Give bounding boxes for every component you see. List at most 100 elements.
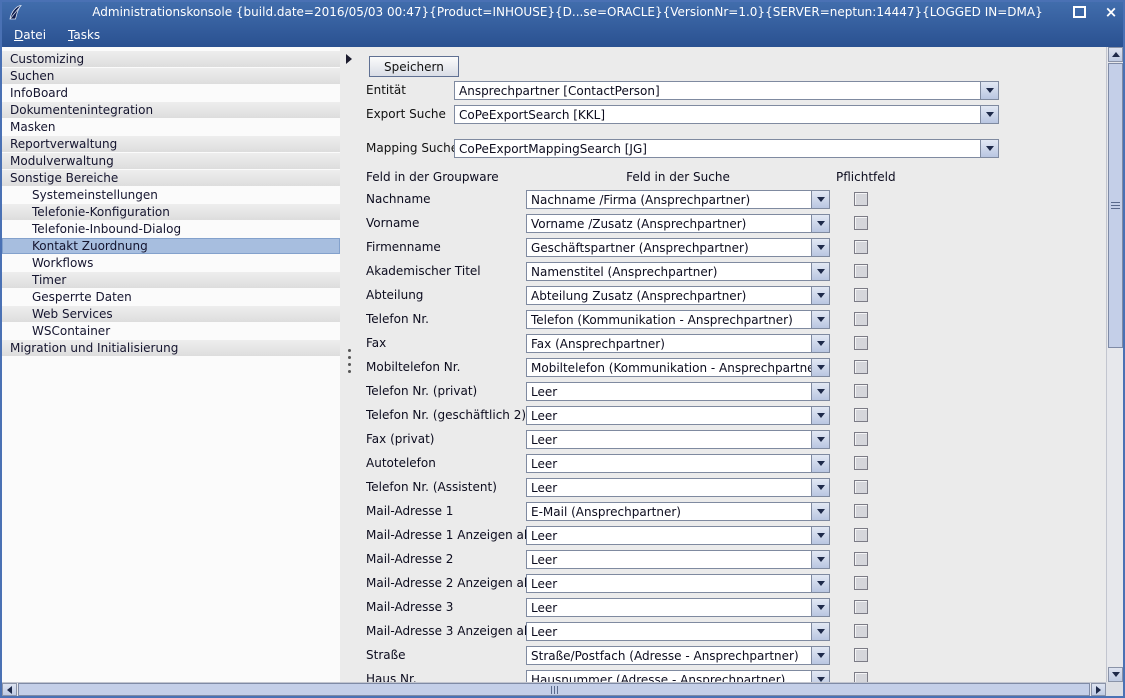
scroll-down-button[interactable] [1108, 667, 1123, 682]
splitter-grip[interactable] [348, 349, 351, 373]
pflichtfeld-checkbox[interactable] [854, 552, 868, 566]
chevron-down-icon[interactable] [811, 455, 829, 472]
chevron-down-icon[interactable] [811, 383, 829, 400]
sidebar-item-dokumentenintegration[interactable]: Dokumentenintegration [2, 102, 340, 118]
search-field-select[interactable]: Hausnummer (Adresse - Ansprechpartner) [526, 670, 830, 683]
search-field-select[interactable]: Telefon (Kommunikation - Ansprechpartner… [526, 310, 830, 329]
splitter[interactable] [340, 47, 360, 682]
search-field-select[interactable]: Namenstitel (Ansprechpartner) [526, 262, 830, 281]
search-field-select[interactable]: Mobiltelefon (Kommunikation - Ansprechpa… [526, 358, 830, 377]
chevron-down-icon[interactable] [811, 575, 829, 592]
pflichtfeld-checkbox[interactable] [854, 312, 868, 326]
chevron-down-icon[interactable] [811, 551, 829, 568]
search-field-select[interactable]: Abteilung Zusatz (Ansprechpartner) [526, 286, 830, 305]
pflichtfeld-checkbox[interactable] [854, 528, 868, 542]
mapping-suche-select[interactable]: CoPeExportMappingSearch [JG] [454, 139, 999, 158]
pflichtfeld-checkbox[interactable] [854, 360, 868, 374]
search-field-select[interactable]: Fax (Ansprechpartner) [526, 334, 830, 353]
chevron-down-icon[interactable] [811, 671, 829, 683]
pflichtfeld-checkbox[interactable] [854, 384, 868, 398]
scroll-up-button[interactable] [1108, 47, 1123, 62]
pflichtfeld-checkbox[interactable] [854, 576, 868, 590]
pflichtfeld-checkbox[interactable] [854, 432, 868, 446]
search-field-select[interactable]: Leer [526, 478, 830, 497]
pflichtfeld-checkbox[interactable] [854, 624, 868, 638]
chevron-down-icon[interactable] [811, 599, 829, 616]
sidebar-item-web-services[interactable]: Web Services [2, 306, 340, 322]
vertical-scrollbar[interactable] [1106, 47, 1123, 682]
scroll-left-button[interactable] [2, 683, 17, 696]
chevron-down-icon[interactable] [811, 479, 829, 496]
sidebar-item-telefonie-inbound-dialog[interactable]: Telefonie-Inbound-Dialog [2, 221, 340, 237]
vertical-scrollbar-thumb[interactable] [1108, 63, 1123, 348]
chevron-down-icon[interactable] [811, 503, 829, 520]
search-field-select[interactable]: Leer [526, 622, 830, 641]
sidebar-item-wscontainer[interactable]: WSContainer [2, 323, 340, 339]
menu-datei[interactable]: Datei [6, 26, 54, 46]
horizontal-scrollbar[interactable] [2, 682, 1106, 696]
search-field-select[interactable]: Leer [526, 574, 830, 593]
pflichtfeld-checkbox[interactable] [854, 336, 868, 350]
entitaet-select[interactable]: Ansprechpartner [ContactPerson] [454, 81, 999, 100]
pflichtfeld-checkbox[interactable] [854, 648, 868, 662]
sidebar-item-infoboard[interactable]: InfoBoard [2, 85, 340, 101]
chevron-down-icon[interactable] [811, 407, 829, 424]
chevron-down-icon[interactable] [811, 191, 829, 208]
chevron-down-icon[interactable] [811, 359, 829, 376]
chevron-down-icon[interactable] [811, 239, 829, 256]
chevron-down-icon[interactable] [980, 106, 998, 123]
search-field-select[interactable]: Leer [526, 598, 830, 617]
pflichtfeld-checkbox[interactable] [854, 240, 868, 254]
scroll-right-button[interactable] [1091, 683, 1106, 696]
chevron-down-icon[interactable] [811, 215, 829, 232]
sidebar-item-migration-und-initialisierung[interactable]: Migration und Initialisierung [2, 340, 340, 356]
search-field-select[interactable]: Leer [526, 526, 830, 545]
chevron-down-icon[interactable] [811, 527, 829, 544]
speichern-button[interactable]: Speichern [369, 56, 459, 77]
search-field-select[interactable]: E-Mail (Ansprechpartner) [526, 502, 830, 521]
search-field-select[interactable]: Geschäftspartner (Ansprechpartner) [526, 238, 830, 257]
sidebar-item-gesperrte-daten[interactable]: Gesperrte Daten [2, 289, 340, 305]
menu-tasks[interactable]: Tasks [60, 26, 108, 46]
sidebar-item-workflows[interactable]: Workflows [2, 255, 340, 271]
chevron-down-icon[interactable] [811, 431, 829, 448]
export-suche-select[interactable]: CoPeExportSearch [KKL] [454, 105, 999, 124]
pflichtfeld-checkbox[interactable] [854, 600, 868, 614]
search-field-select[interactable]: Nachname /Firma (Ansprechpartner) [526, 190, 830, 209]
sidebar-item-modulverwaltung[interactable]: Modulverwaltung [2, 153, 340, 169]
sidebar-item-suchen[interactable]: Suchen [2, 68, 340, 84]
chevron-down-icon[interactable] [811, 335, 829, 352]
chevron-down-icon[interactable] [980, 82, 998, 99]
chevron-down-icon[interactable] [980, 140, 998, 157]
splitter-collapse-arrow[interactable] [346, 54, 352, 64]
search-field-select[interactable]: Vorname /Zusatz (Ansprechpartner) [526, 214, 830, 233]
pflichtfeld-checkbox[interactable] [854, 456, 868, 470]
search-field-select[interactable]: Leer [526, 430, 830, 449]
pflichtfeld-checkbox[interactable] [854, 192, 868, 206]
pflichtfeld-checkbox[interactable] [854, 264, 868, 278]
sidebar-item-masken[interactable]: Masken [2, 119, 340, 135]
pflichtfeld-checkbox[interactable] [854, 504, 868, 518]
sidebar-item-reportverwaltung[interactable]: Reportverwaltung [2, 136, 340, 152]
chevron-down-icon[interactable] [811, 311, 829, 328]
search-field-select[interactable]: Straße/Postfach (Adresse - Ansprechpartn… [526, 646, 830, 665]
maximize-button[interactable] [1071, 4, 1087, 20]
sidebar-item-customizing[interactable]: Customizing [2, 51, 340, 67]
search-field-select[interactable]: Leer [526, 406, 830, 425]
sidebar-item-sonstige-bereiche[interactable]: Sonstige Bereiche [2, 170, 340, 186]
pflichtfeld-checkbox[interactable] [854, 408, 868, 422]
search-field-select[interactable]: Leer [526, 382, 830, 401]
search-field-select[interactable]: Leer [526, 550, 830, 569]
horizontal-scrollbar-thumb[interactable] [18, 683, 1090, 696]
sidebar-item-telefonie-konfiguration[interactable]: Telefonie-Konfiguration [2, 204, 340, 220]
sidebar-item-timer[interactable]: Timer [2, 272, 340, 288]
chevron-down-icon[interactable] [811, 647, 829, 664]
sidebar-item-kontakt-zuordnung[interactable]: Kontakt Zuordnung [2, 238, 340, 254]
chevron-down-icon[interactable] [811, 287, 829, 304]
close-button[interactable]: × [1103, 4, 1119, 20]
chevron-down-icon[interactable] [811, 623, 829, 640]
search-field-select[interactable]: Leer [526, 454, 830, 473]
sidebar-item-systemeinstellungen[interactable]: Systemeinstellungen [2, 187, 340, 203]
pflichtfeld-checkbox[interactable] [854, 216, 868, 230]
pflichtfeld-checkbox[interactable] [854, 480, 868, 494]
